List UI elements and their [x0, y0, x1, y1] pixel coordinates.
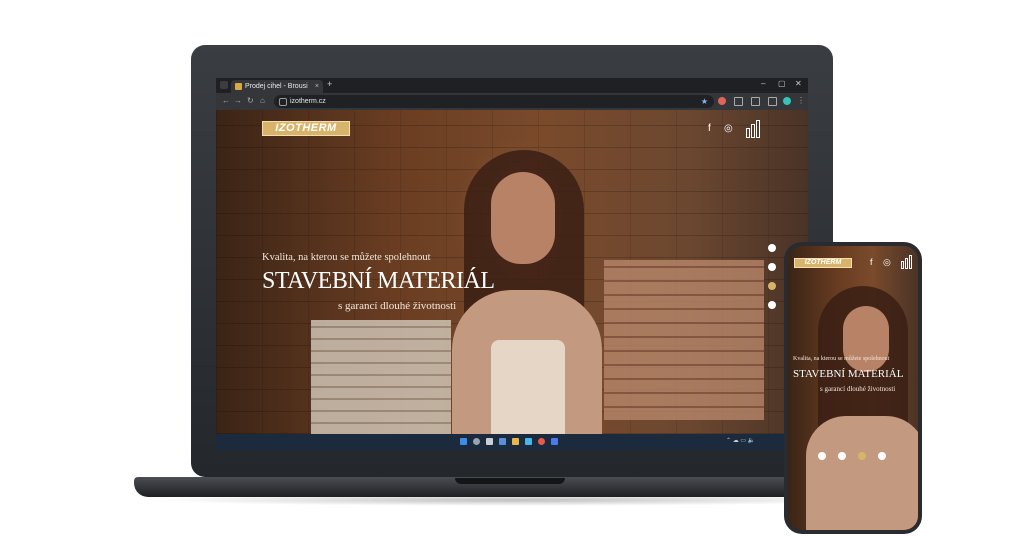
store-icon[interactable] [551, 438, 558, 445]
slider-dot-active[interactable] [858, 452, 866, 460]
mobile-site-logo[interactable]: IZOTHERM [794, 258, 852, 268]
browser-tabbar: Prodej cihel - Brousi × + – ▢ ✕ [216, 78, 808, 93]
mobile-slider-dots [818, 452, 898, 462]
new-tab-button[interactable]: + [327, 79, 332, 89]
close-window-button[interactable]: ✕ [795, 79, 802, 88]
slider-dot[interactable] [768, 244, 776, 252]
facebook-icon[interactable]: f [708, 123, 711, 135]
site-info-icon[interactable] [279, 98, 287, 106]
url-text: izotherm.cz [290, 98, 326, 105]
model-face [843, 306, 889, 372]
edge-icon[interactable] [525, 438, 532, 445]
mobile-hero-title: STAVEBNÍ MATERIÁL [793, 368, 904, 380]
home-button[interactable]: ⌂ [260, 96, 265, 105]
mobile-hero-subtitle: Kvalita, na kterou se můžete spolehnout [793, 356, 890, 362]
system-tray[interactable]: ⌃ ☁ ▭ 🔈 [726, 437, 755, 444]
maximize-button[interactable]: ▢ [778, 79, 786, 88]
profile-avatar[interactable] [783, 97, 791, 105]
address-bar[interactable]: izotherm.cz ★ [274, 95, 714, 108]
tab-close-icon[interactable]: × [315, 80, 319, 93]
minimize-button[interactable]: – [761, 79, 765, 88]
chrome-icon[interactable] [538, 438, 545, 445]
slider-dot-active[interactable] [768, 282, 776, 290]
extension-icon[interactable] [718, 97, 726, 105]
bookmark-star-icon[interactable]: ★ [701, 95, 708, 108]
task-view-icon[interactable] [486, 438, 493, 445]
instagram-icon[interactable]: ◎ [883, 257, 891, 267]
website-hero: IZOTHERM f ◎ Kvalita, na kterou se můžet… [216, 110, 808, 434]
facebook-icon[interactable]: f [870, 257, 873, 267]
reload-button[interactable]: ↻ [247, 96, 254, 105]
hero-tagline: s garancí dlouhé životnosti [338, 300, 457, 312]
brick-stack-right [604, 260, 764, 420]
brick-pile-left [311, 320, 451, 434]
slider-dots [768, 244, 778, 324]
instagram-icon[interactable]: ◎ [724, 123, 733, 135]
slider-dot[interactable] [768, 263, 776, 271]
back-button[interactable]: ← [222, 96, 230, 105]
sidebar-icon[interactable] [768, 97, 777, 106]
slider-dot[interactable] [768, 301, 776, 309]
menu-icon[interactable] [901, 255, 913, 269]
extensions-puzzle-icon[interactable] [734, 97, 743, 106]
slider-dot[interactable] [818, 452, 826, 460]
tab-title: Prodej cihel - Brousi [245, 83, 308, 90]
forward-button[interactable]: → [234, 96, 242, 105]
browser-toolbar: ← → ↻ ⌂ izotherm.cz ★ ⋮ [216, 93, 808, 110]
favicon-icon [235, 83, 242, 90]
site-logo[interactable]: IZOTHERM [262, 121, 350, 136]
search-icon[interactable] [473, 438, 480, 445]
model-top [491, 340, 565, 434]
download-icon[interactable] [751, 97, 760, 106]
file-explorer-icon[interactable] [512, 438, 519, 445]
laptop-screen: Prodej cihel - Brousi × + – ▢ ✕ ← → ↻ ⌂ … [216, 78, 808, 450]
phone-screen: IZOTHERM f ◎ Kvalita, na kterou se můžet… [788, 246, 918, 530]
slider-dot[interactable] [838, 452, 846, 460]
start-icon[interactable] [460, 438, 467, 445]
tab-search-icon[interactable] [220, 81, 228, 89]
menu-icon[interactable] [746, 120, 762, 138]
model-body [806, 416, 918, 530]
model-face [491, 172, 555, 264]
slider-dot[interactable] [878, 452, 886, 460]
hero-subtitle: Kvalita, na kterou se můžete spolehnout [262, 252, 431, 263]
laptop-notch [455, 478, 565, 484]
hero-title: STAVEBNÍ MATERIÁL [262, 268, 495, 294]
widgets-icon[interactable] [499, 438, 506, 445]
mobile-hero-tagline: s garancí dlouhé životnosti [820, 385, 896, 393]
browser-tab[interactable]: Prodej cihel - Brousi × [231, 80, 323, 93]
os-taskbar: ⌃ ☁ ▭ 🔈 [216, 434, 808, 450]
browser-menu-icon[interactable]: ⋮ [797, 96, 805, 105]
